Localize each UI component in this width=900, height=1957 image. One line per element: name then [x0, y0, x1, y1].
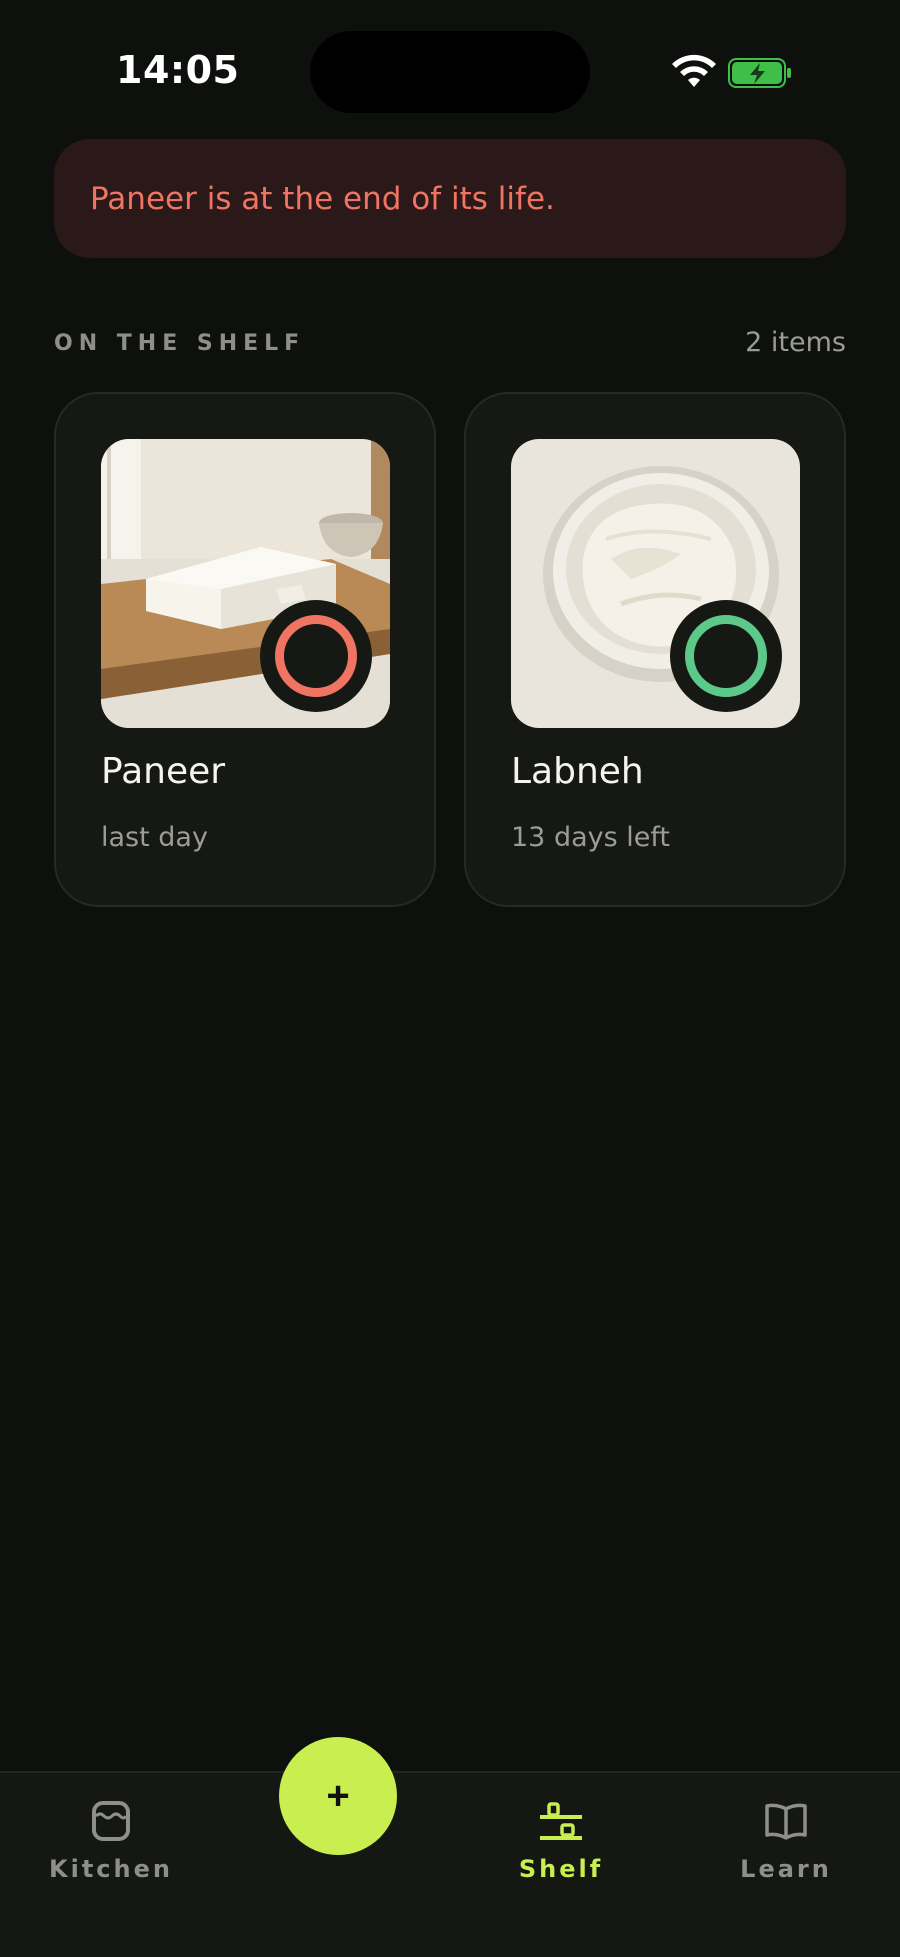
freshness-ring-icon: [275, 615, 357, 697]
nav-label: Shelf: [518, 1855, 604, 1883]
nav-label: Learn: [740, 1855, 832, 1883]
freshness-ring-badge: [260, 600, 372, 712]
section-title: ON THE SHELF: [54, 331, 306, 356]
item-status: 13 days left: [511, 822, 670, 853]
item-name: Labneh: [511, 751, 644, 792]
item-status: last day: [101, 822, 208, 853]
book-icon: [765, 1803, 807, 1840]
freshness-ring-icon: [685, 615, 767, 697]
nav-item-learn[interactable]: Learn: [686, 1773, 886, 1913]
item-name: Paneer: [101, 751, 226, 792]
item-count: 2 items: [745, 327, 846, 358]
status-time: 14:05: [116, 48, 240, 92]
freshness-ring-badge: [670, 600, 782, 712]
expiry-alert-banner[interactable]: Paneer is at the end of its life.: [54, 139, 846, 258]
add-item-button[interactable]: +: [279, 1737, 397, 1855]
nav-item-kitchen[interactable]: Kitchen: [11, 1773, 211, 1913]
app-screen: 14:05 Paneer is at the end of its life. …: [0, 0, 900, 1957]
shelf-card-paneer[interactable]: Paneer last day: [54, 392, 436, 907]
wifi-icon: [672, 54, 716, 87]
fridge-icon: [92, 1801, 130, 1841]
alert-message: Paneer is at the end of its life.: [90, 180, 555, 217]
nav-label: Kitchen: [49, 1855, 173, 1883]
dynamic-island: [310, 31, 590, 113]
shelf-icon: [540, 1802, 582, 1840]
bottom-nav: Kitchen Shelf Learn: [0, 1771, 900, 1957]
shelf-card-labneh[interactable]: Labneh 13 days left: [464, 392, 846, 907]
battery-icon: [728, 58, 791, 88]
nav-item-shelf[interactable]: Shelf: [461, 1773, 661, 1913]
